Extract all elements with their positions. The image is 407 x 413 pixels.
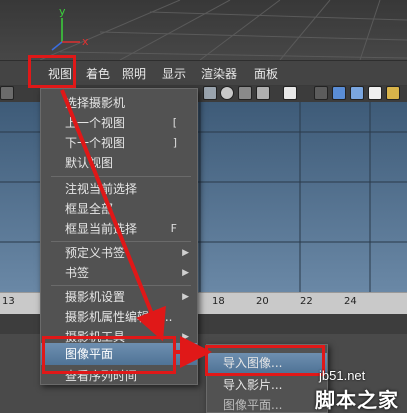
site-watermark: jb51.net 脚本之家	[315, 368, 407, 413]
arrow-to-image-plane	[60, 89, 166, 342]
watermark-url: jb51.net	[319, 368, 366, 383]
callout-arrows	[60, 89, 212, 368]
watermark-logo-text: 脚本之家	[315, 388, 399, 412]
